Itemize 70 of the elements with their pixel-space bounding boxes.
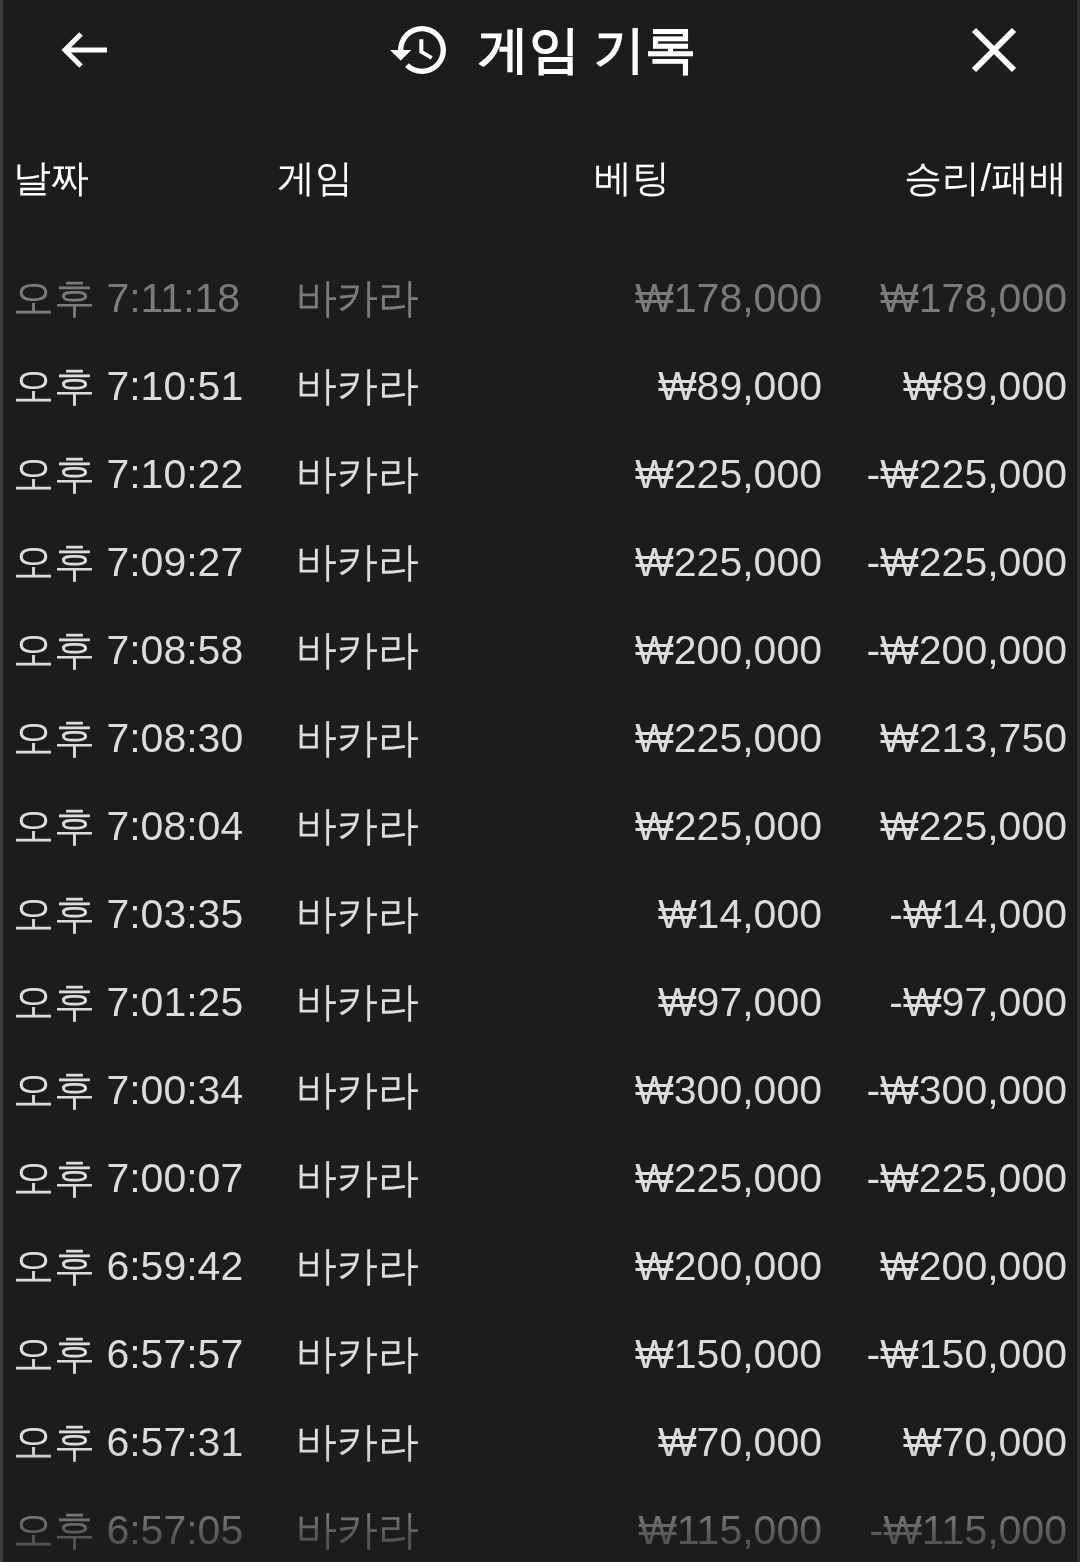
bet-cell-text: ₩178,000 bbox=[635, 274, 822, 323]
game-cell-text: 바카라 bbox=[296, 626, 419, 675]
date-cell-text: 오후 7:00:07 bbox=[13, 1154, 244, 1203]
date-cell-text: 오후 6:57:05 bbox=[13, 1506, 244, 1555]
result-cell-text: -₩115,000 bbox=[869, 1506, 1067, 1555]
game-cell-text: 바카라 bbox=[296, 1242, 419, 1291]
history-icon bbox=[389, 26, 446, 74]
game-cell-text: 바카라 bbox=[296, 274, 419, 323]
result-cell-text: -₩200,000 bbox=[866, 626, 1067, 675]
date-cell-text: 오후 6:57:57 bbox=[13, 1330, 244, 1379]
game-cell-text: 바카라 bbox=[296, 1506, 419, 1555]
result-cell-text: ₩213,750 bbox=[880, 714, 1067, 763]
game-cell-text: 바카라 bbox=[296, 1330, 419, 1379]
close-button[interactable] bbox=[971, 27, 1017, 73]
result-column-header: 승리/패배 bbox=[904, 156, 1067, 200]
date-cell-text: 오후 6:57:31 bbox=[13, 1418, 244, 1467]
bet-cell-text: ₩225,000 bbox=[635, 802, 822, 851]
game-cell-text: 바카라 bbox=[296, 978, 419, 1027]
back-button[interactable] bbox=[61, 31, 109, 69]
date-cell-text: 오후 6:59:42 bbox=[13, 1242, 244, 1291]
date-cell-text: 오후 7:00:34 bbox=[13, 1066, 244, 1115]
arrow-left-icon bbox=[61, 31, 109, 69]
date-cell-text: 오후 7:10:51 bbox=[13, 362, 244, 411]
result-cell-text: -₩14,000 bbox=[889, 890, 1067, 939]
game-cell-text: 바카라 bbox=[296, 538, 419, 587]
date-column-header: 날짜 bbox=[13, 156, 90, 200]
game-cell-text: 바카라 bbox=[296, 362, 419, 411]
result-cell-text: ₩70,000 bbox=[902, 1418, 1067, 1467]
bet-column-header: 베팅 bbox=[594, 156, 671, 200]
date-cell-text: 오후 7:08:30 bbox=[13, 714, 244, 763]
date-cell-text: 오후 7:08:04 bbox=[13, 802, 244, 851]
result-cell-text: -₩225,000 bbox=[866, 1154, 1067, 1203]
game-cell-text: 바카라 bbox=[296, 802, 419, 851]
bet-cell-text: ₩97,000 bbox=[657, 978, 822, 1027]
bet-cell-text: ₩225,000 bbox=[635, 1154, 822, 1203]
result-cell-text: ₩200,000 bbox=[880, 1242, 1067, 1291]
bet-cell-text: ₩115,000 bbox=[638, 1506, 822, 1555]
bet-cell-text: ₩200,000 bbox=[635, 1242, 822, 1291]
date-cell-text: 오후 7:01:25 bbox=[13, 978, 244, 1027]
result-cell-text: -₩225,000 bbox=[866, 450, 1067, 499]
date-cell-text: 오후 7:03:35 bbox=[13, 890, 244, 939]
result-cell-text: -₩225,000 bbox=[866, 538, 1067, 587]
bet-cell-text: ₩225,000 bbox=[635, 450, 822, 499]
result-cell-text: -₩300,000 bbox=[866, 1066, 1067, 1115]
close-icon bbox=[971, 27, 1017, 73]
result-cell-text: -₩150,000 bbox=[866, 1330, 1067, 1379]
result-cell-text: ₩178,000 bbox=[880, 274, 1067, 323]
bet-cell-text: ₩200,000 bbox=[635, 626, 822, 675]
bet-cell-text: ₩225,000 bbox=[635, 714, 822, 763]
game-cell-text: 바카라 bbox=[296, 1066, 419, 1115]
game-column-header: 게임 bbox=[277, 156, 354, 200]
date-cell-text: 오후 7:11:18 bbox=[13, 274, 241, 323]
bet-cell-text: ₩225,000 bbox=[635, 538, 822, 587]
result-cell-text: ₩89,000 bbox=[902, 362, 1067, 411]
result-cell-text: -₩97,000 bbox=[889, 978, 1067, 1027]
date-cell-text: 오후 7:08:58 bbox=[13, 626, 244, 675]
date-cell-text: 오후 7:09:27 bbox=[13, 538, 244, 587]
game-cell-text: 바카라 bbox=[296, 450, 419, 499]
game-cell-text: 바카라 bbox=[296, 1418, 419, 1467]
bet-cell-text: ₩14,000 bbox=[657, 890, 822, 939]
game-cell-text: 바카라 bbox=[296, 890, 419, 939]
result-cell-text: ₩225,000 bbox=[880, 802, 1067, 851]
bet-cell-text: ₩70,000 bbox=[657, 1418, 822, 1467]
game-cell-text: 바카라 bbox=[296, 1154, 419, 1203]
bet-cell-text: ₩89,000 bbox=[657, 362, 822, 411]
bet-cell-text: ₩150,000 bbox=[635, 1330, 822, 1379]
screen-title: 게임 기록 bbox=[477, 20, 697, 80]
game-cell-text: 바카라 bbox=[296, 714, 419, 763]
date-cell-text: 오후 7:10:22 bbox=[13, 450, 244, 499]
bet-cell-text: ₩300,000 bbox=[635, 1066, 822, 1115]
